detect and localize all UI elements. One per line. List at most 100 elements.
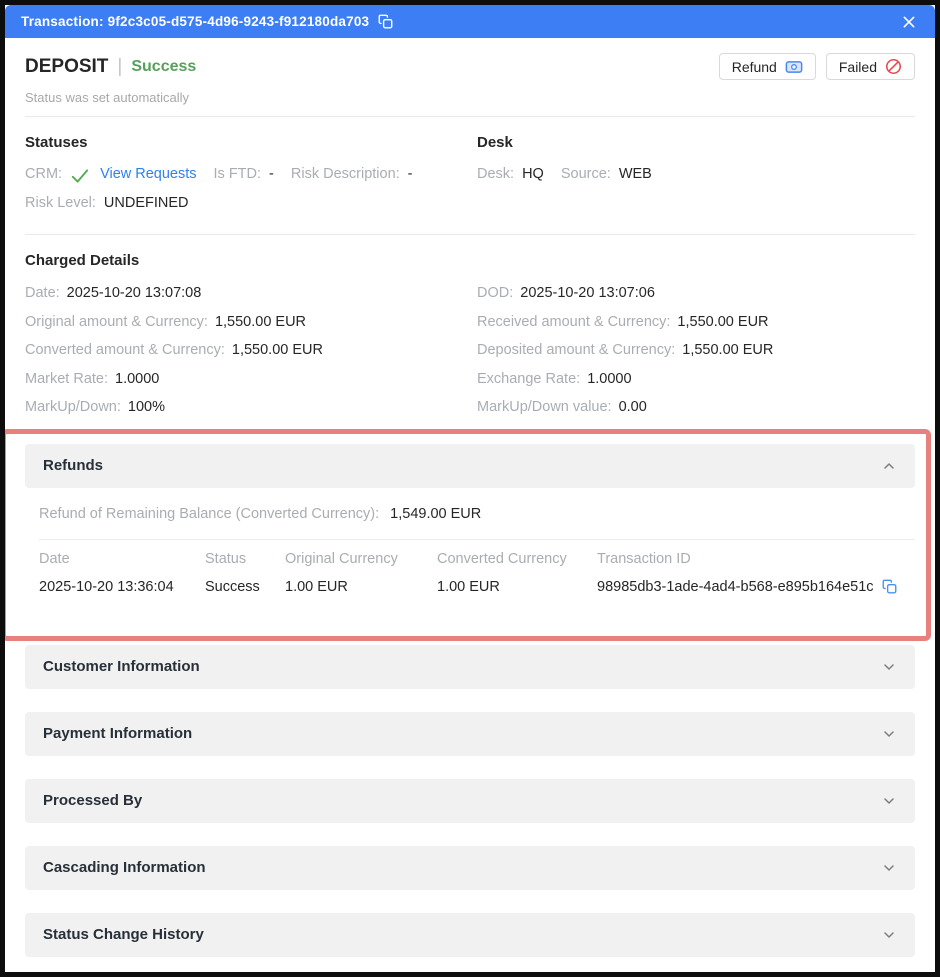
view-requests-link[interactable]: View Requests — [100, 160, 196, 189]
check-icon — [70, 168, 90, 184]
refunds-table-header: Date Status Original Currency Converted … — [39, 540, 915, 567]
transaction-header-row: DEPOSIT | Success Refund Failed — [25, 53, 915, 80]
risk-level-label: Risk Level: — [25, 189, 96, 218]
collapsed-sections: Customer Information Payment Information… — [25, 645, 915, 957]
copy-icon[interactable] — [882, 579, 897, 594]
statuses-desk-section: Statuses CRM: View Requests Is FTD: - Ri… — [25, 117, 915, 234]
statuses-heading: Statuses — [25, 134, 477, 151]
refund-transaction-id-cell: 98985db3-1ade-4ad4-b568-e895b164e51c — [597, 579, 915, 595]
chevron-down-icon — [881, 726, 897, 742]
detail-label: DOD: — [477, 285, 513, 301]
refunds-table: Date Status Original Currency Converted … — [39, 539, 915, 609]
detail-row: Exchange Rate:1.0000 — [477, 365, 915, 394]
refund-button[interactable]: Refund — [719, 53, 816, 80]
divider — [25, 234, 915, 235]
refund-balance-value: 1,549.00 EUR — [390, 506, 481, 522]
section-customer-information[interactable]: Customer Information — [25, 645, 915, 689]
detail-value: 1,550.00 EUR — [232, 342, 323, 358]
copy-icon[interactable] — [378, 14, 393, 29]
detail-row: Date:2025-10-20 13:07:08 — [25, 279, 477, 308]
header-actions: Refund Failed — [719, 53, 915, 80]
detail-label: Received amount & Currency: — [477, 314, 670, 330]
refund-status: Success — [205, 579, 285, 595]
failed-button-label: Failed — [839, 59, 877, 75]
detail-row: Market Rate: 1.0000 — [25, 365, 477, 394]
prohibited-icon — [885, 58, 902, 75]
chevron-down-icon — [881, 927, 897, 943]
column-header-transaction-id: Transaction ID — [597, 551, 915, 567]
is-ftd-value: - — [269, 160, 274, 189]
detail-label: MarkUp/Down value: — [477, 399, 612, 415]
refund-balance-row: Refund of Remaining Balance (Converted C… — [39, 506, 915, 522]
detail-label: MarkUp/Down: — [25, 399, 121, 415]
detail-row: MarkUp/Down value: 0.00 — [477, 393, 915, 422]
chevron-down-icon — [881, 860, 897, 876]
section-payment-information[interactable]: Payment Information — [25, 712, 915, 756]
detail-value: 1,550.00 EUR — [677, 314, 768, 330]
detail-value: 2025-10-20 13:07:06 — [520, 285, 655, 301]
source-value: WEB — [619, 160, 652, 189]
failed-button[interactable]: Failed — [826, 53, 915, 80]
banknote-icon — [785, 59, 803, 75]
modal-title: Transaction: 9f2c3c05-d575-4d96-9243-f91… — [21, 14, 369, 29]
detail-label: Original amount & Currency: — [25, 314, 208, 330]
charged-details-right: DOD: 2025-10-20 13:07:06 Received amount … — [477, 279, 915, 422]
source-label: Source: — [561, 160, 611, 189]
is-ftd-label: Is FTD: — [214, 160, 262, 189]
transaction-type: DEPOSIT — [25, 56, 108, 78]
detail-row: DOD: 2025-10-20 13:07:06 — [477, 279, 915, 308]
column-header-converted-currency: Converted Currency — [437, 551, 597, 567]
section-processed-by[interactable]: Processed By — [25, 779, 915, 823]
section-label: Payment Information — [43, 725, 192, 742]
detail-row: MarkUp/Down: 100% — [25, 393, 477, 422]
title-separator: | — [117, 56, 122, 78]
detail-row: Converted amount & Currency: 1,550.00 EUR — [25, 336, 477, 365]
desk-value: HQ — [522, 160, 544, 189]
section-label: Status Change History — [43, 926, 204, 943]
detail-row: Received amount & Currency: 1,550.00 EUR — [477, 308, 915, 337]
detail-label: Converted amount & Currency: — [25, 342, 225, 358]
chevron-up-icon — [881, 458, 897, 474]
detail-label: Deposited amount & Currency: — [477, 342, 675, 358]
risk-level-row: Risk Level: UNDEFINED — [25, 189, 477, 218]
detail-value: 1.0000 — [115, 371, 159, 387]
chevron-down-icon — [881, 659, 897, 675]
modal-titlebar: Transaction: 9f2c3c05-d575-4d96-9243-f91… — [5, 5, 935, 38]
charged-details-grid: Date:2025-10-20 13:07:08 Original amount… — [25, 279, 915, 422]
section-label: Processed By — [43, 792, 142, 809]
crm-label: CRM: — [25, 160, 62, 189]
refunds-section-header[interactable]: Refunds — [25, 444, 915, 488]
refund-transaction-id: 98985db3-1ade-4ad4-b568-e895b164e51c — [597, 579, 874, 595]
refund-converted-currency: 1.00 EUR — [437, 579, 597, 595]
risk-description-label: Risk Description: — [291, 160, 400, 189]
desk-label: Desk: — [477, 160, 514, 189]
crm-status-row: CRM: View Requests Is FTD: - Risk Descri… — [25, 160, 477, 189]
charged-details-heading: Charged Details — [25, 252, 915, 269]
refund-balance-label: Refund of Remaining Balance (Converted C… — [39, 506, 379, 522]
detail-value: 1.0000 — [587, 371, 631, 387]
desk-row: Desk: HQ Source: WEB — [477, 160, 915, 189]
detail-value: 1,550.00 EUR — [682, 342, 773, 358]
column-header-status: Status — [205, 551, 285, 567]
detail-row: Original amount & Currency: 1,550.00 EUR — [25, 308, 477, 337]
modal-content: DEPOSIT | Success Refund Failed — [5, 53, 935, 957]
section-cascading-information[interactable]: Cascading Information — [25, 846, 915, 890]
charged-details-left: Date:2025-10-20 13:07:08 Original amount… — [25, 279, 477, 422]
refunds-heading: Refunds — [43, 457, 103, 474]
detail-value: 100% — [128, 399, 165, 415]
refund-original-currency: 1.00 EUR — [285, 579, 437, 595]
status-note: Status was set automatically — [25, 90, 915, 105]
detail-row: Deposited amount & Currency: 1,550.00 EUR — [477, 336, 915, 365]
statuses-column: Statuses CRM: View Requests Is FTD: - Ri… — [25, 117, 477, 234]
refund-button-label: Refund — [732, 59, 777, 75]
close-icon[interactable] — [901, 14, 917, 30]
detail-label: Market Rate: — [25, 371, 108, 387]
section-status-change-history[interactable]: Status Change History — [25, 913, 915, 957]
transaction-status: Success — [131, 58, 196, 76]
detail-value: 1,550.00 EUR — [215, 314, 306, 330]
detail-value: 0.00 — [619, 399, 647, 415]
desk-heading: Desk — [477, 134, 915, 151]
section-label: Customer Information — [43, 658, 200, 675]
risk-description-value: - — [408, 160, 413, 189]
desk-column: Desk Desk: HQ Source: WEB — [477, 117, 915, 234]
